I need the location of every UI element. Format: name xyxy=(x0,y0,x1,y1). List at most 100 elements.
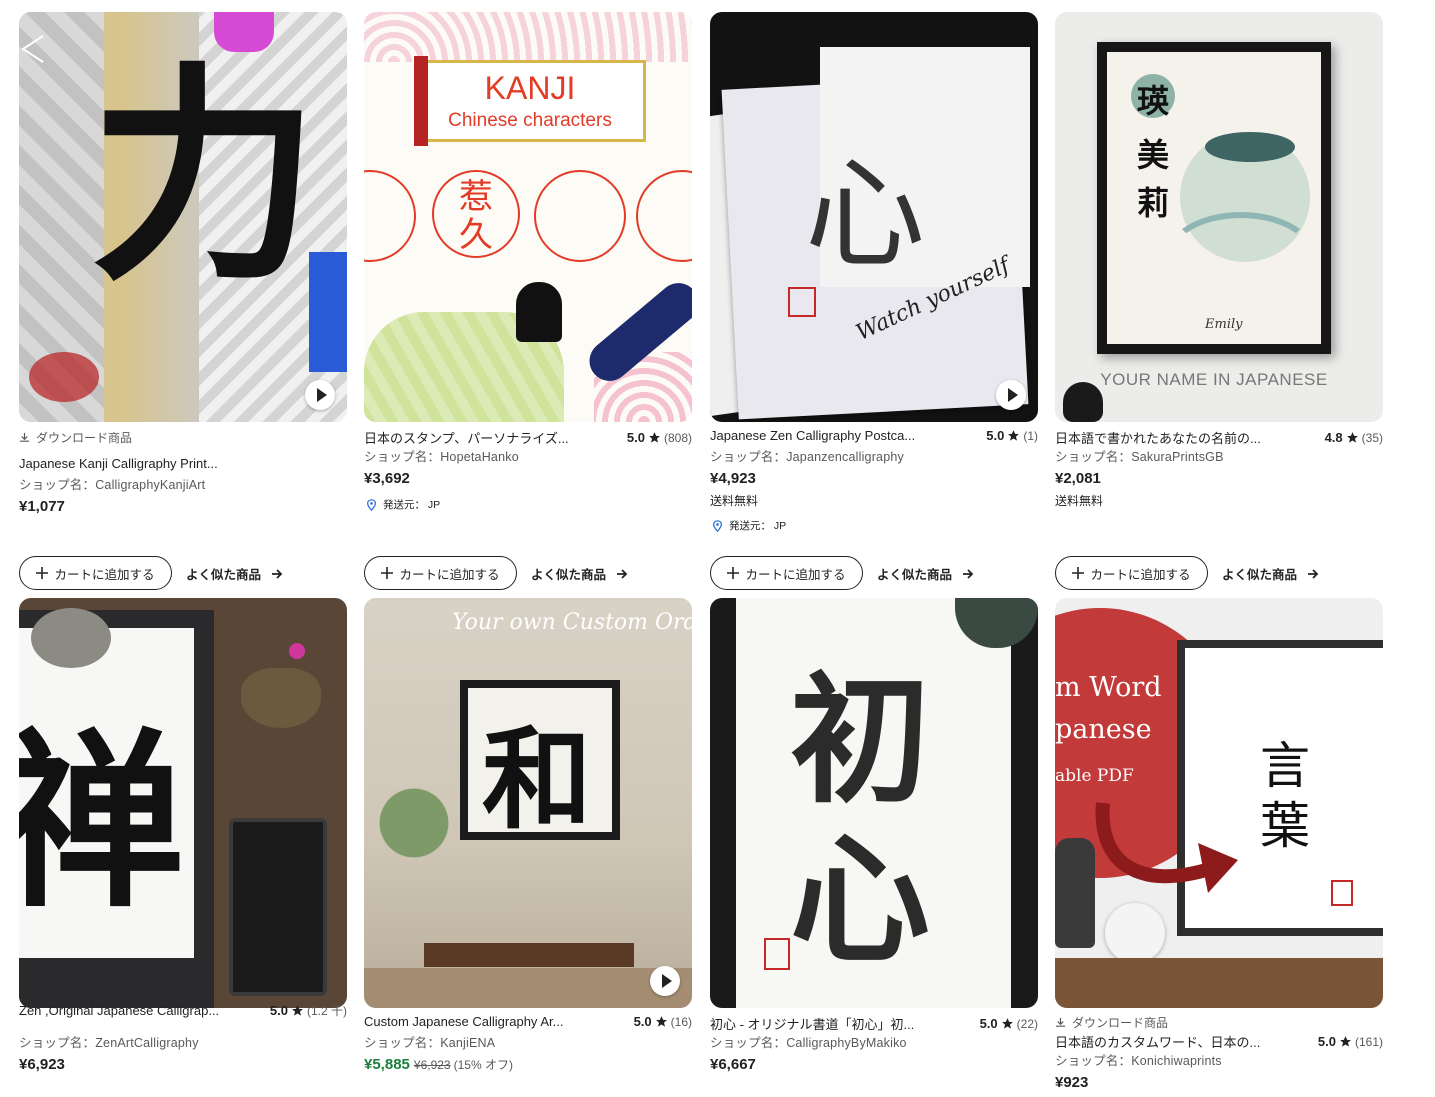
rating: 5.0 (16) xyxy=(634,1014,692,1029)
rating-score: 5.0 xyxy=(269,1003,288,1018)
rating-score: 5.0 xyxy=(979,1016,998,1031)
shop-name[interactable]: ショップ名：Konichiwaprints xyxy=(1055,1050,1222,1069)
kanji-artwork: 禅 xyxy=(19,710,185,933)
stamp-char: 惹 xyxy=(459,178,493,216)
stamp-sample xyxy=(364,170,416,262)
listing-title[interactable]: Zen ,Original Japanese Calligrap... xyxy=(19,1003,219,1018)
banner-subtitle: Chinese characters xyxy=(448,110,612,131)
play-video-icon[interactable] xyxy=(650,966,680,996)
kanji-artwork: 心 xyxy=(805,146,925,285)
similar-items-link[interactable]: よく似た商品 xyxy=(1222,564,1319,583)
wave-pattern xyxy=(364,12,692,62)
review-count: (16) xyxy=(670,1014,692,1029)
ships-from-label: 発送元： JP xyxy=(383,499,441,511)
star-icon xyxy=(649,432,660,443)
plus-icon xyxy=(381,567,394,579)
vase xyxy=(1055,838,1095,948)
ships-from: 発送元： JP xyxy=(712,518,786,533)
similar-items-label: よく似た商品 xyxy=(531,568,607,582)
shop-name[interactable]: ショップ名：HopetaHanko xyxy=(364,446,519,465)
promo-line: able PDF xyxy=(1055,766,1134,786)
price: ¥5,885 ¥6,923 (15% オフ) xyxy=(364,1056,513,1073)
rating-score: 5.0 xyxy=(633,1014,652,1029)
add-to-cart-button[interactable]: カートに追加する xyxy=(364,556,517,590)
floor xyxy=(364,968,692,1008)
ships-from-label: 発送元： JP xyxy=(729,520,787,532)
similar-items-label: よく似た商品 xyxy=(1222,568,1298,582)
stamp-sample xyxy=(636,170,692,262)
river-wave xyxy=(1165,212,1317,304)
play-video-icon[interactable] xyxy=(305,380,335,410)
shop-name[interactable]: ショップ名：CalligraphyByMakiko xyxy=(710,1032,907,1051)
ships-from: 発送元： JP xyxy=(366,497,440,512)
listing-title[interactable]: Japanese Zen Calligraphy Postca... xyxy=(710,428,915,443)
digital-download-badge: ダウンロード商品 xyxy=(19,429,132,446)
rating: 5.0 (1) xyxy=(986,428,1038,443)
review-count: (1.2 千) xyxy=(306,1004,347,1018)
listing-image[interactable]: 心 Watch yourself xyxy=(710,12,1038,422)
download-label: ダウンロード商品 xyxy=(36,431,133,445)
shop-name[interactable]: ショップ名：CalligraphyKanjiArt xyxy=(19,474,205,493)
add-to-cart-label: カートに追加する xyxy=(399,567,500,582)
listing-image[interactable]: Your own Custom Order 和 xyxy=(364,598,692,1008)
listing-title[interactable]: 初心 - オリジナル書道「初心」初... xyxy=(710,1014,914,1033)
sale-price: ¥5,885 xyxy=(364,1056,410,1073)
download-icon xyxy=(1055,1017,1066,1027)
flower xyxy=(289,643,305,659)
add-to-cart-button[interactable]: カートに追加する xyxy=(1055,556,1208,590)
listing-title[interactable]: Custom Japanese Calligraphy Ar... xyxy=(364,1014,563,1029)
similar-items-link[interactable]: よく似た商品 xyxy=(877,564,974,583)
play-video-icon[interactable] xyxy=(996,380,1026,410)
arrow-right-icon xyxy=(1308,568,1319,579)
listing-image[interactable]: 禅 xyxy=(19,598,347,1008)
download-label: ダウンロード商品 xyxy=(1072,1016,1169,1030)
name-romaji: Emily xyxy=(1205,317,1243,332)
price: ¥6,923 xyxy=(19,1056,65,1073)
listing-title[interactable]: 日本語で書かれたあなたの名前の... xyxy=(1055,428,1261,447)
shop-name[interactable]: ショップ名：SakuraPrintsGB xyxy=(1055,446,1224,465)
hanko-seal xyxy=(764,938,790,970)
hanko-seal xyxy=(1331,880,1353,906)
star-icon xyxy=(1008,430,1020,441)
rating: 5.0 (808) xyxy=(627,430,692,445)
kanji-artwork: 葉 xyxy=(1260,797,1310,855)
shop-name[interactable]: ショップ名：Japanzencalligraphy xyxy=(710,446,904,465)
arrow-graphic xyxy=(1095,802,1238,893)
listing-image[interactable]: m Word panese able PDF 言 葉 xyxy=(1055,598,1383,1008)
rating: 5.0 (22) xyxy=(980,1016,1038,1031)
flower-bowl xyxy=(241,668,321,728)
digital-download-badge: ダウンロード商品 xyxy=(1055,1014,1168,1031)
listing-title[interactable]: 日本語のカスタムワード、日本の... xyxy=(1055,1032,1260,1051)
original-price: ¥6,923 xyxy=(413,1058,451,1072)
listing-image[interactable]: 初 心 xyxy=(710,598,1038,1008)
rating: 5.0 (1.2 千) xyxy=(270,1002,347,1019)
price: ¥2,081 xyxy=(1055,470,1101,487)
listing-image[interactable]: 力 xyxy=(19,12,347,422)
stamp-sample: 惹久 xyxy=(432,170,520,258)
listing-title[interactable]: Japanese Kanji Calligraphy Print... xyxy=(19,456,218,471)
listing-image[interactable]: KANJI Chinese characters 惹久 xyxy=(364,12,692,422)
banner-title: KANJI xyxy=(484,70,576,106)
rating-score: 5.0 xyxy=(986,428,1005,443)
stamp-sample xyxy=(534,170,626,262)
review-count: (808) xyxy=(663,430,692,445)
rating-score: 5.0 xyxy=(1317,1034,1336,1049)
script-text: Your own Custom Order xyxy=(452,610,692,635)
shop-name[interactable]: ショップ名：KanjiENA xyxy=(364,1032,495,1051)
star-icon xyxy=(1001,1018,1013,1029)
similar-items-link[interactable]: よく似た商品 xyxy=(186,564,283,583)
plus-icon xyxy=(36,567,49,579)
review-count: (22) xyxy=(1016,1016,1038,1031)
plant xyxy=(374,748,454,898)
rating: 4.8 (35) xyxy=(1325,430,1383,445)
shop-name[interactable]: ショップ名：ZenArtCalligraphy xyxy=(19,1032,199,1051)
listing-image[interactable]: 瑛 美 莉 Emily YOUR NAME IN JAPANESE xyxy=(1055,12,1383,422)
listing-title[interactable]: 日本のスタンプ、パーソナライズ... xyxy=(364,428,569,447)
add-to-cart-button[interactable]: カートに追加する xyxy=(710,556,863,590)
inkstone xyxy=(229,818,327,996)
similar-items-link[interactable]: よく似た商品 xyxy=(531,564,628,583)
add-to-cart-button[interactable]: カートに追加する xyxy=(19,556,172,590)
arrow-right-icon xyxy=(963,568,974,579)
discount-badge: (15% オフ) xyxy=(453,1058,513,1072)
price: ¥4,923 xyxy=(710,470,756,487)
